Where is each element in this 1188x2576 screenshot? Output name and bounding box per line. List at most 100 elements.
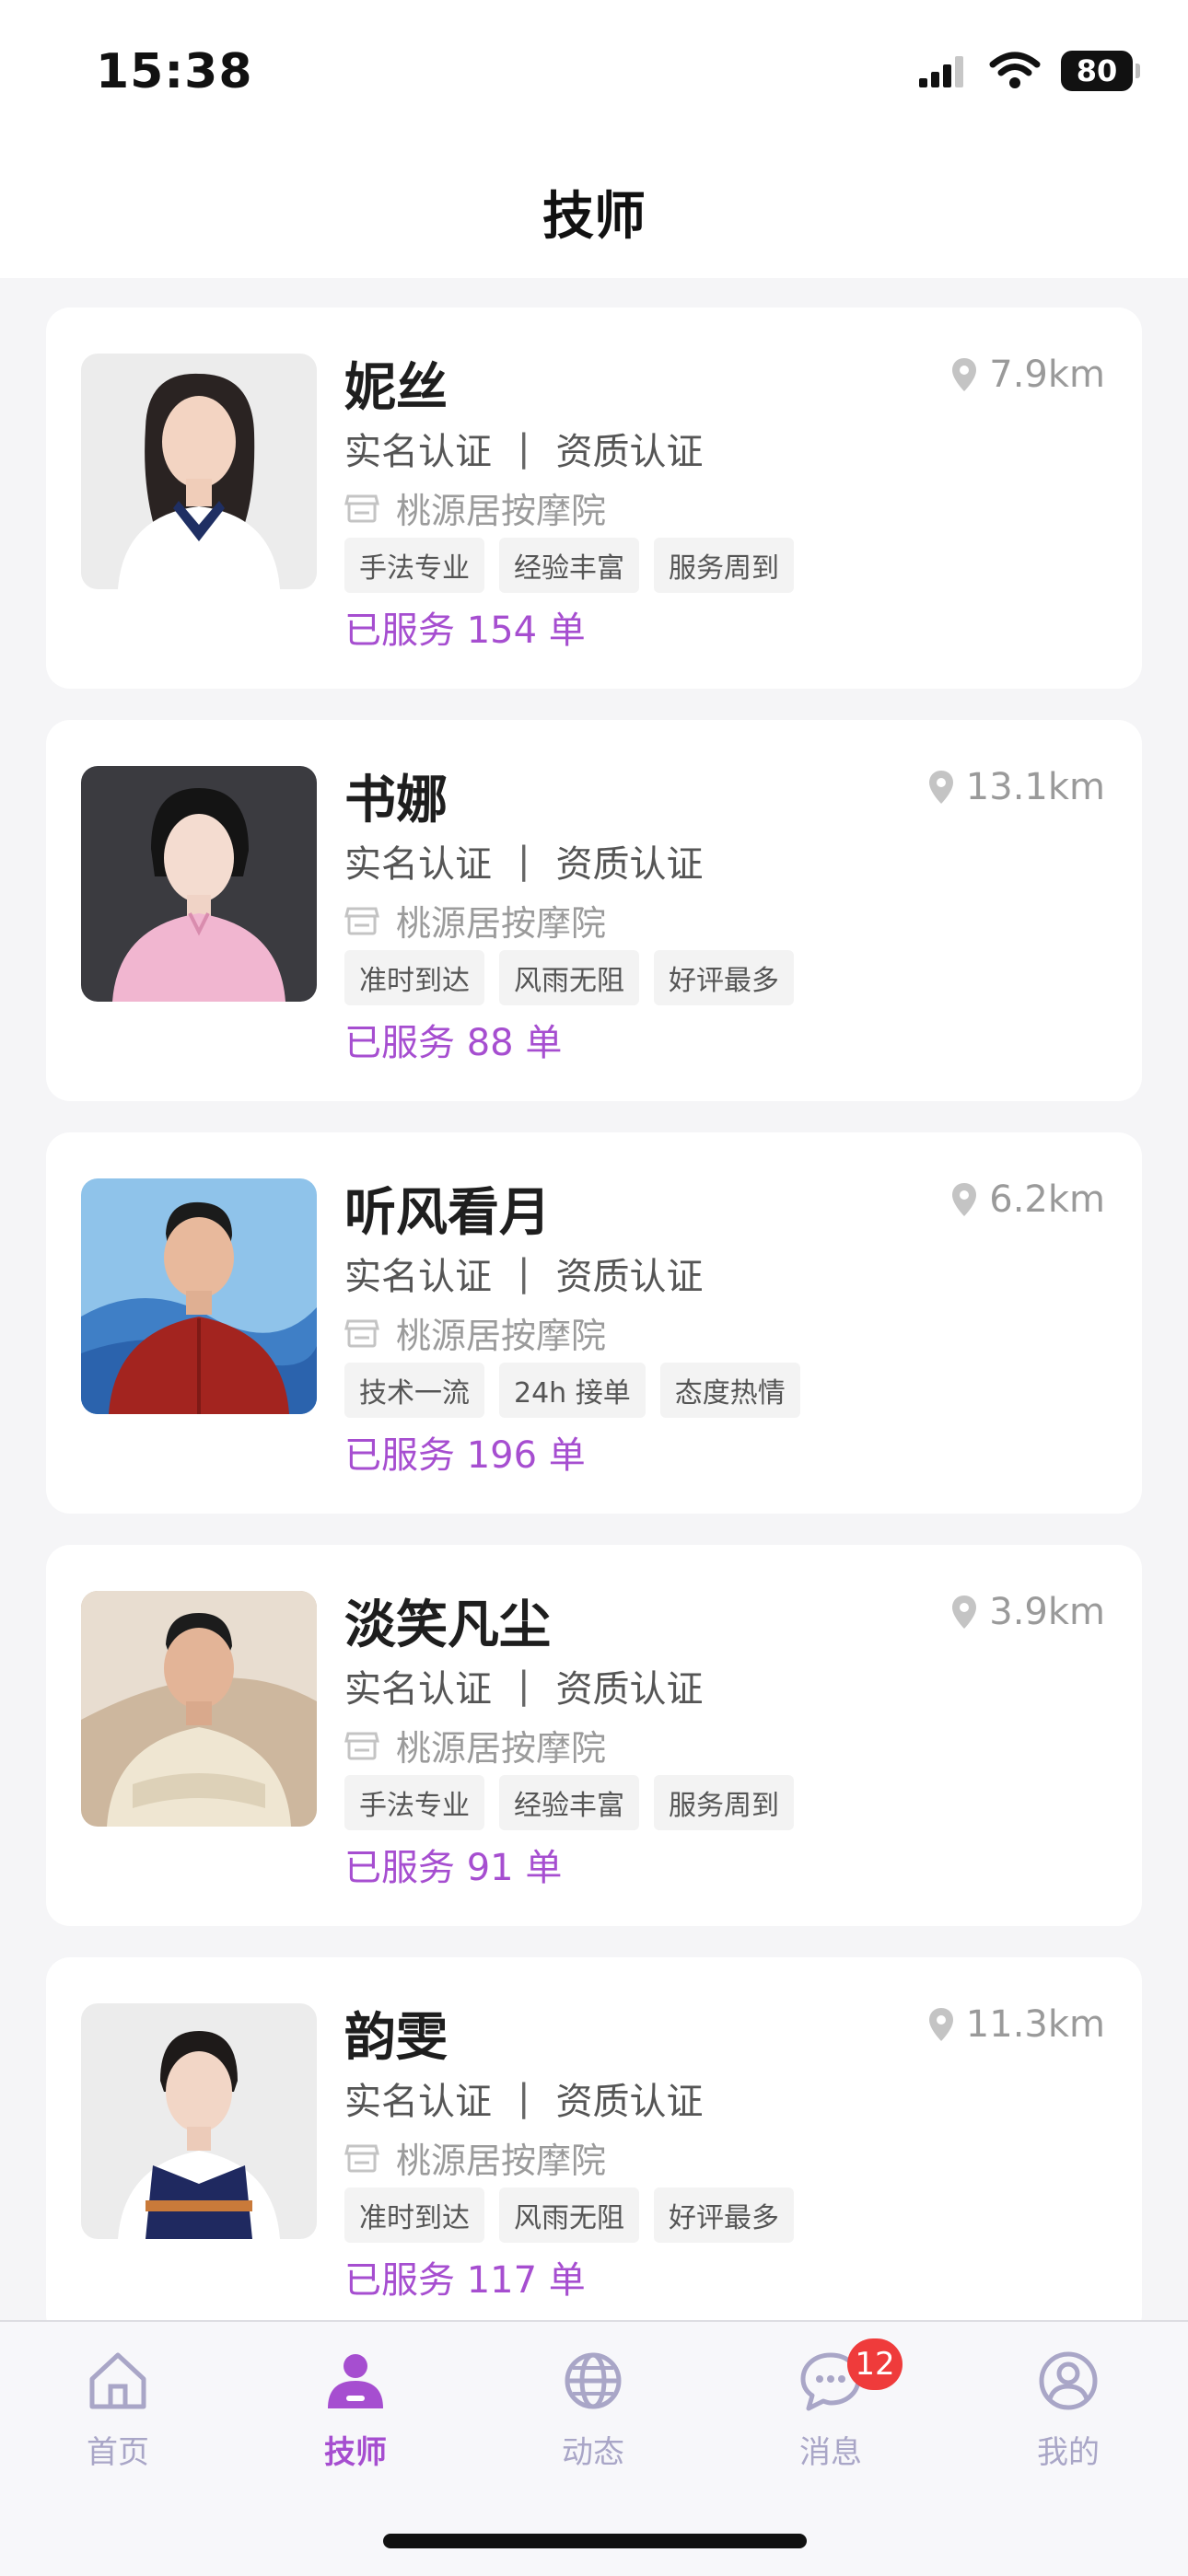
cert-separator: |	[518, 2077, 530, 2119]
location-pin-icon	[928, 2008, 953, 2041]
tab-label: 动态	[562, 2434, 624, 2471]
served-count: 已服务 91 单	[344, 1847, 563, 1889]
tab-technician[interactable]: 技师	[282, 2348, 429, 2472]
distance-label: 6.2km	[950, 1178, 1105, 1221]
location-pin-icon	[928, 771, 953, 804]
globe-icon	[565, 2352, 622, 2409]
profile-icon	[1039, 2351, 1098, 2410]
tag: 准时到达	[344, 2187, 484, 2243]
distance-label: 7.9km	[950, 354, 1105, 396]
qualification-certification: 资质认证	[555, 1668, 704, 1711]
tab-messages[interactable]: 12 消息	[757, 2338, 904, 2472]
tab-home[interactable]: 首页	[44, 2348, 192, 2472]
tag: 准时到达	[344, 950, 484, 1005]
status-icons: 80	[917, 51, 1140, 91]
status-bar: 15:38 80	[0, 0, 1188, 138]
tag: 好评最多	[654, 950, 794, 1005]
avatar	[81, 1591, 317, 1827]
served-count: 已服务 117 单	[344, 2259, 586, 2302]
tab-label: 我的	[1037, 2434, 1100, 2471]
navigation-bar: 技师	[0, 138, 1188, 278]
tag-list: 准时到达 风雨无阻 好评最多	[344, 950, 794, 1005]
avatar	[81, 354, 317, 589]
wifi-icon	[989, 52, 1041, 88]
store-icon	[344, 1319, 379, 1347]
certifications: 实名认证 | 资质认证	[344, 2071, 703, 2125]
certifications: 实名认证 | 资质认证	[344, 1247, 703, 1300]
certifications: 实名认证 | 资质认证	[344, 422, 703, 475]
shop-info: 桃源居按摩院	[344, 2132, 606, 2183]
tag-list: 准时到达 风雨无阻 好评最多	[344, 2187, 794, 2243]
shop-info: 桃源居按摩院	[344, 895, 606, 946]
tag: 经验丰富	[499, 1775, 639, 1830]
qualification-certification: 资质认证	[555, 431, 704, 473]
home-indicator	[383, 2534, 807, 2548]
store-icon	[344, 907, 379, 934]
tab-label: 技师	[324, 2434, 387, 2471]
home-icon	[89, 2352, 146, 2409]
technician-name: 听风看月	[344, 1183, 551, 1243]
store-icon	[344, 494, 379, 522]
technician-card[interactable]: 妮丝 7.9km 实名认证 | 资质认证 桃源居按摩院 手法专业 经验丰富 服务…	[46, 307, 1142, 689]
tag-list: 手法专业 经验丰富 服务周到	[344, 1775, 794, 1830]
tab-label: 首页	[87, 2434, 149, 2471]
qualification-certification: 资质认证	[555, 1256, 704, 1298]
shop-name: 桃源居按摩院	[396, 903, 607, 944]
real-name-certification: 实名认证	[344, 431, 492, 473]
location-pin-icon	[952, 1595, 977, 1629]
status-time: 15:38	[96, 44, 253, 99]
cert-separator: |	[518, 1665, 530, 1707]
qualification-certification: 资质认证	[555, 2081, 704, 2123]
tag: 态度热情	[659, 1363, 800, 1418]
real-name-certification: 实名认证	[344, 2081, 492, 2123]
served-count: 已服务 88 单	[344, 1022, 563, 1064]
technician-card[interactable]: 淡笑凡尘 3.9km 实名认证 | 资质认证 桃源居按摩院 手法专业 经验丰富 …	[46, 1545, 1142, 1926]
page-title: 技师	[542, 187, 646, 247]
technician-card[interactable]: 听风看月 6.2km 实名认证 | 资质认证 桃源居按摩院 技术一流 24h 接…	[46, 1132, 1142, 1514]
served-count: 已服务 196 单	[344, 1434, 586, 1477]
distance-label: 3.9km	[950, 1591, 1105, 1633]
tab-label: 消息	[799, 2434, 862, 2471]
tag: 服务周到	[654, 538, 794, 593]
tag: 好评最多	[654, 2187, 794, 2243]
tag: 风雨无阻	[499, 950, 639, 1005]
qualification-certification: 资质认证	[555, 843, 704, 886]
technician-name: 淡笑凡尘	[344, 1595, 551, 1655]
battery-indicator: 80	[1061, 51, 1140, 91]
tab-profile[interactable]: 我的	[995, 2348, 1142, 2472]
distance-value: 13.1km	[965, 766, 1105, 808]
tag: 手法专业	[344, 1775, 484, 1830]
technician-card[interactable]: 书娜 13.1km 实名认证 | 资质认证 桃源居按摩院 准时到达 风雨无阻 好…	[46, 720, 1142, 1101]
shop-name: 桃源居按摩院	[396, 1728, 607, 1769]
technician-icon	[328, 2354, 383, 2408]
shop-name: 桃源居按摩院	[396, 1316, 607, 1356]
technician-name: 韵雯	[344, 2008, 448, 2068]
shop-info: 桃源居按摩院	[344, 1307, 606, 1358]
shop-info: 桃源居按摩院	[344, 1720, 606, 1770]
tag-list: 技术一流 24h 接单 态度热情	[344, 1363, 800, 1418]
unread-badge: 12	[847, 2338, 903, 2390]
tag-list: 手法专业 经验丰富 服务周到	[344, 538, 794, 593]
certifications: 实名认证 | 资质认证	[344, 1659, 703, 1712]
tag: 24h 接单	[499, 1363, 646, 1418]
real-name-certification: 实名认证	[344, 843, 492, 886]
technician-list: 妮丝 7.9km 实名认证 | 资质认证 桃源居按摩院 手法专业 经验丰富 服务…	[46, 307, 1142, 2370]
technician-card[interactable]: 韵雯 11.3km 实名认证 | 资质认证 桃源居按摩院 准时到达 风雨无阻 好…	[46, 1957, 1142, 2338]
cellular-signal-icon	[919, 56, 963, 87]
distance-value: 7.9km	[989, 354, 1105, 396]
real-name-certification: 实名认证	[344, 1668, 492, 1711]
shop-name: 桃源居按摩院	[396, 491, 607, 531]
distance-label: 13.1km	[927, 766, 1105, 808]
store-icon	[344, 2144, 379, 2172]
tag: 服务周到	[654, 1775, 794, 1830]
distance-label: 11.3km	[927, 2003, 1105, 2046]
avatar	[81, 2003, 317, 2239]
location-pin-icon	[952, 358, 977, 391]
tab-moments[interactable]: 动态	[519, 2348, 667, 2472]
store-icon	[344, 1732, 379, 1759]
location-pin-icon	[952, 1183, 977, 1216]
cert-separator: |	[518, 427, 530, 470]
technician-name: 妮丝	[344, 358, 448, 418]
cert-separator: |	[518, 1252, 530, 1294]
shop-info: 桃源居按摩院	[344, 482, 606, 533]
